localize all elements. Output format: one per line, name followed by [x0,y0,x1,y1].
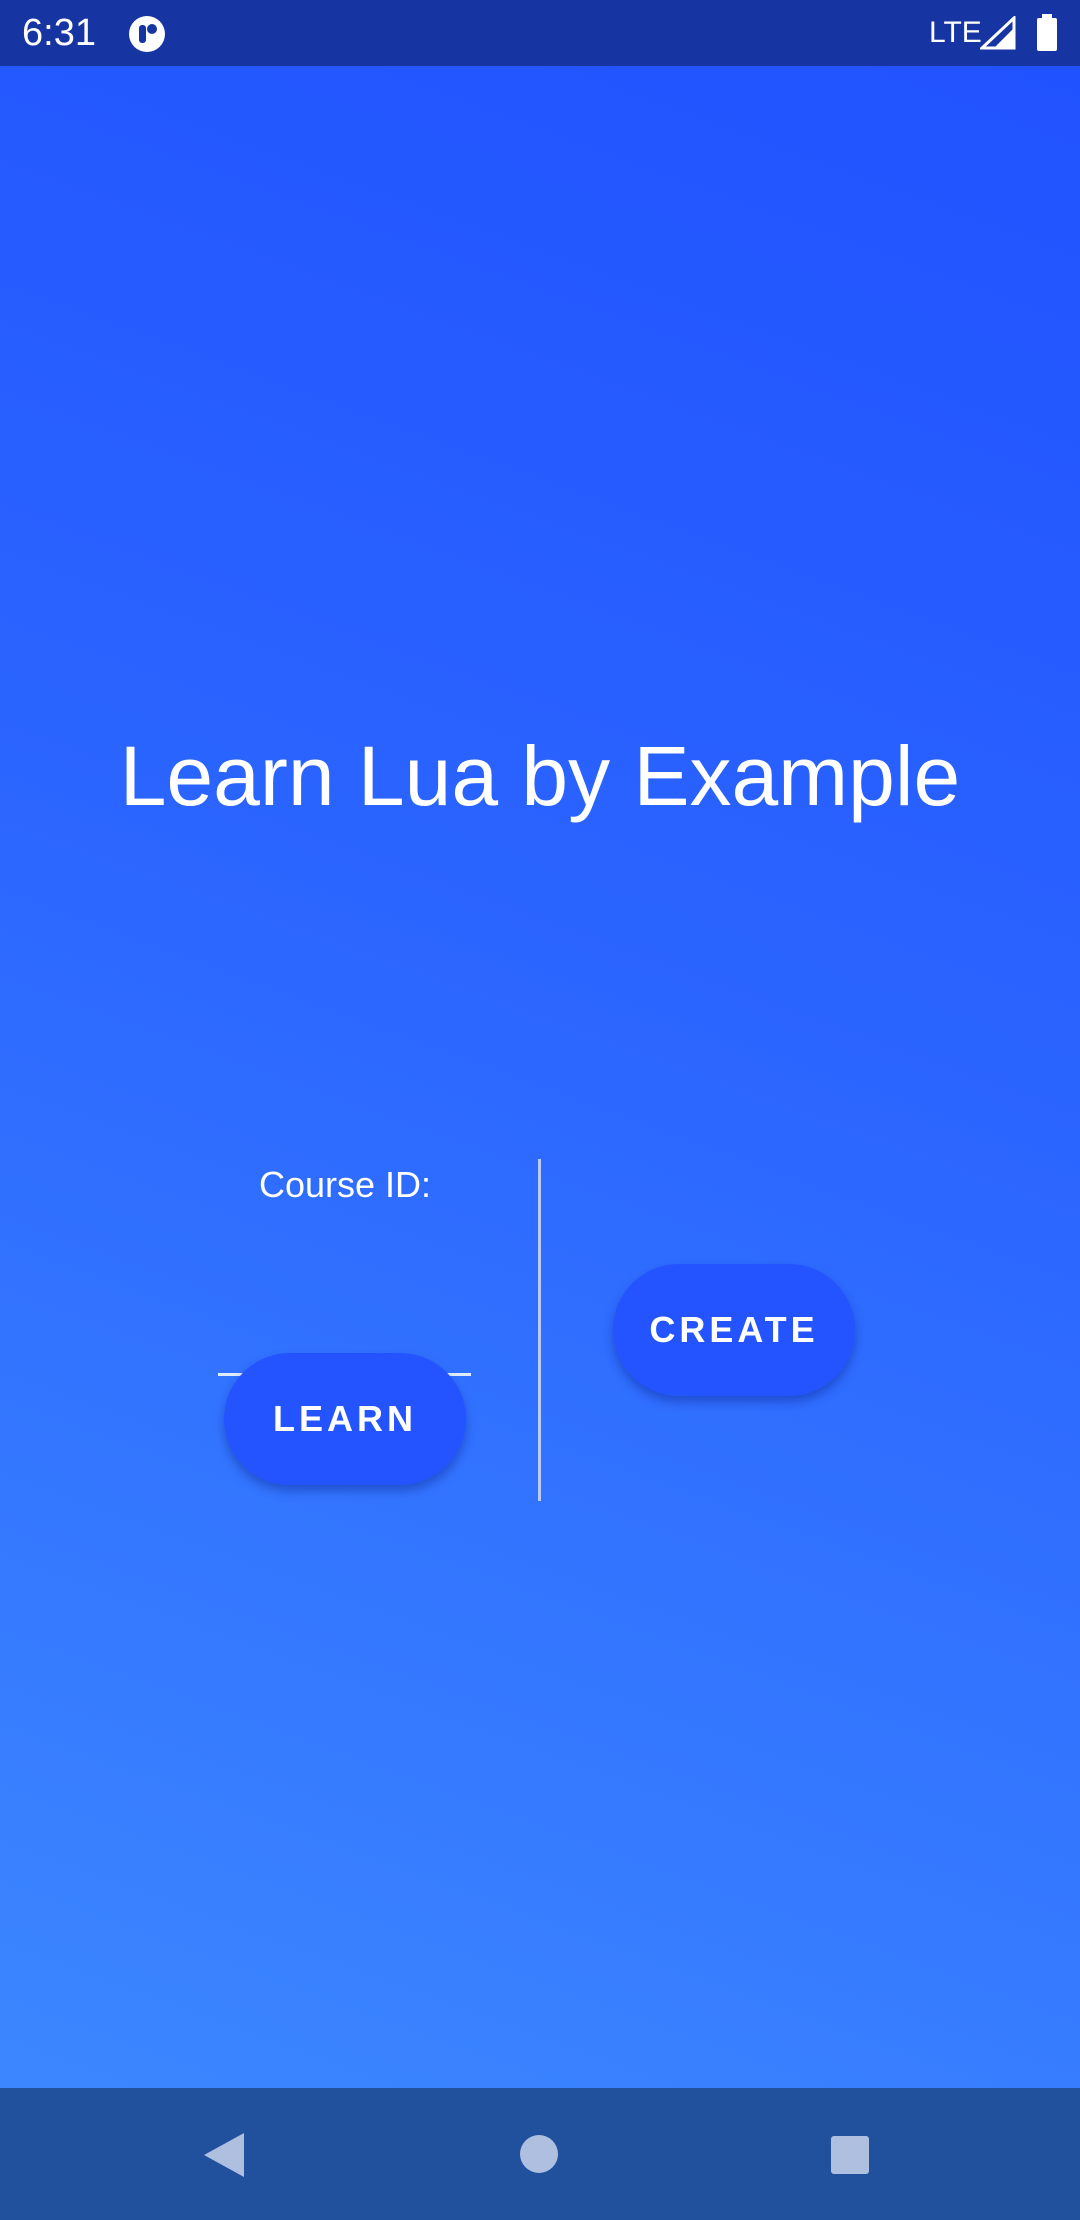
navigation-bar [0,2088,1080,2220]
status-bar: 6:31 LTE [0,0,1080,66]
recents-icon[interactable] [830,2135,870,2175]
signal-icon [980,16,1016,50]
learn-button[interactable]: LEARN [224,1353,466,1485]
battery-icon [1037,14,1057,51]
back-icon[interactable] [202,2131,246,2179]
network-type: LTE [929,16,982,49]
app-screen: 6:31 LTE Learn Lua by Example Course ID:… [0,0,1080,2220]
app-notification-icon [129,16,165,52]
vertical-divider [538,1159,541,1501]
course-id-label: Course ID: [258,1164,432,1205]
page-title: Learn Lua by Example [119,729,961,823]
create-button[interactable]: CREATE [613,1264,855,1396]
main-content: Learn Lua by Example Course ID: LEARN CR… [0,66,1080,2088]
home-icon[interactable] [519,2134,559,2174]
status-time: 6:31 [22,12,96,54]
